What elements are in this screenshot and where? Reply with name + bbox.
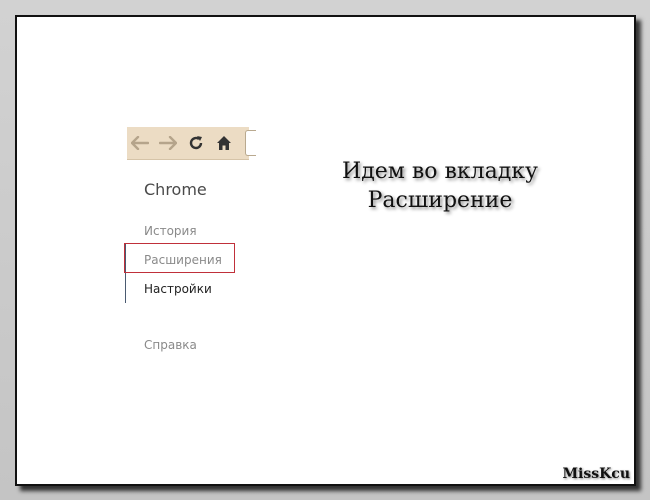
reload-button[interactable] [185, 133, 207, 153]
settings-brand-title: Chrome [144, 180, 207, 199]
author-watermark: MissKcu [562, 466, 630, 482]
frame-background: Chrome История Расширения Настройки Спра… [0, 0, 650, 500]
sidebar-item-extensions[interactable]: Расширения [144, 253, 222, 267]
back-button[interactable] [129, 133, 151, 153]
reload-icon [189, 136, 203, 150]
arrow-right-icon [159, 136, 177, 150]
caption-line-2: Расширение [367, 188, 513, 213]
home-icon [217, 136, 231, 150]
browser-toolbar [127, 127, 256, 160]
address-bar[interactable] [245, 130, 256, 156]
arrow-left-icon [131, 136, 149, 150]
sidebar-item-settings[interactable]: Настройки [144, 282, 212, 296]
caption-line-1: Идем во вкладку [342, 159, 538, 184]
sidebar-item-help[interactable]: Справка [144, 338, 197, 352]
sidebar-item-history[interactable]: История [144, 224, 197, 238]
home-button[interactable] [213, 133, 235, 153]
instruction-caption: Идем во вкладку Расширение [335, 157, 545, 215]
forward-button[interactable] [157, 133, 179, 153]
tutorial-card: Chrome История Расширения Настройки Спра… [15, 15, 636, 486]
